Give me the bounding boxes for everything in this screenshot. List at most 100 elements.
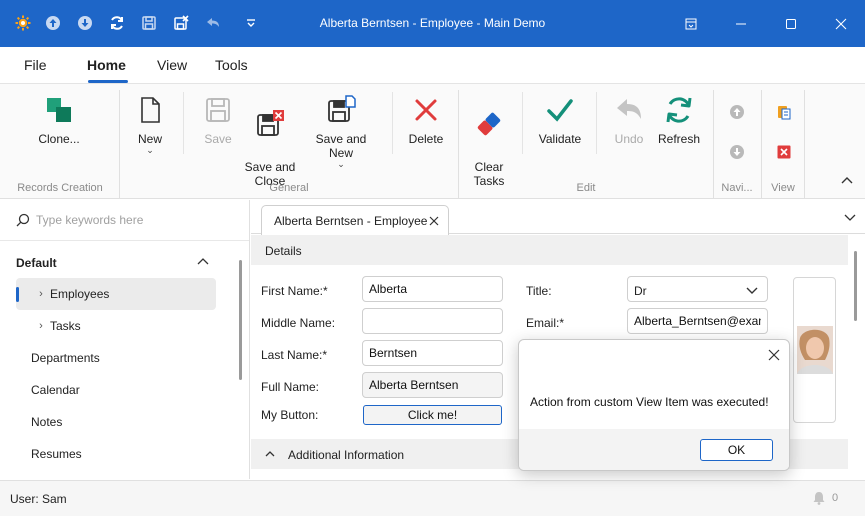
eraser-icon — [473, 108, 505, 140]
button-separator — [183, 92, 184, 154]
notification-count: 0 — [832, 492, 839, 504]
close-window-icon[interactable] — [826, 12, 856, 36]
selection-indicator — [16, 287, 19, 302]
button-separator — [596, 92, 597, 154]
clone-icon — [43, 94, 75, 126]
sidebar-item-label: Employees — [50, 287, 110, 301]
button-separator — [392, 92, 393, 154]
validate-label: Validate — [538, 132, 582, 146]
bell-icon[interactable] — [812, 491, 826, 505]
sidebar-item-label: Calendar — [31, 383, 80, 397]
chevron-right-icon[interactable]: › — [34, 288, 48, 300]
current-user: User: Sam — [10, 492, 67, 506]
middle-name-field[interactable] — [362, 308, 503, 334]
email-field[interactable] — [627, 308, 768, 334]
collapse-ribbon-icon[interactable] — [838, 172, 856, 190]
tab-view[interactable]: View — [157, 57, 187, 73]
next-record-icon[interactable] — [728, 143, 746, 161]
tab-employee-detail[interactable]: Alberta Berntsen - Employee — [261, 205, 449, 235]
save-and-new-icon — [325, 94, 357, 126]
click-me-button[interactable]: Click me! — [363, 405, 502, 425]
message-dialog: Action from custom View Item was execute… — [518, 339, 790, 471]
ribbon-display-options-icon[interactable] — [676, 12, 706, 36]
save-button[interactable]: Save — [198, 94, 238, 146]
nav-group-default[interactable]: Default — [16, 256, 57, 270]
sidebar-item-tasks[interactable]: › Tasks — [16, 310, 216, 342]
chevron-down-icon[interactable] — [843, 210, 857, 224]
close-tab-icon[interactable] — [428, 215, 440, 227]
last-name-label: Last Name:* — [261, 348, 328, 362]
document-tab-label: Alberta Berntsen - Employee — [274, 214, 428, 228]
save-icon — [202, 94, 234, 126]
close-view-icon[interactable] — [775, 143, 793, 161]
sidebar-item-label: Notes — [31, 415, 63, 429]
group-label-navigation: Navi... — [721, 182, 753, 194]
save-and-close-button[interactable]: Save and Close — [242, 94, 298, 188]
detail-scrollbar[interactable] — [854, 251, 857, 321]
photo-editor[interactable] — [793, 277, 836, 423]
ribbon: Clone... Records Creation New ⌄ Save Sav… — [0, 83, 865, 199]
new-document-icon — [134, 94, 166, 126]
title-select-value: Dr — [634, 284, 647, 298]
navigation-sidebar: Default › Employees › Tasks Departments … — [0, 200, 250, 479]
first-name-field[interactable] — [362, 276, 503, 302]
sidebar-item-label: Tasks — [50, 319, 81, 333]
sidebar-item-departments[interactable]: Departments — [16, 342, 216, 374]
sidebar-separator — [0, 240, 249, 241]
sidebar-item-employees[interactable]: › Employees — [16, 278, 216, 310]
save-and-new-button[interactable]: Save and New ⌄ — [303, 94, 379, 169]
last-name-field[interactable] — [362, 340, 503, 366]
email-label: Email:* — [526, 316, 565, 330]
maximize-icon[interactable] — [776, 12, 806, 36]
sidebar-item-calendar[interactable]: Calendar — [16, 374, 216, 406]
search-input[interactable] — [36, 209, 236, 231]
chevron-right-icon[interactable]: › — [34, 320, 48, 332]
chevron-up-icon[interactable] — [196, 255, 210, 269]
clone-label: Clone... — [38, 132, 80, 146]
sidebar-item-notes[interactable]: Notes — [16, 406, 216, 438]
customize-quick-access-icon[interactable] — [240, 12, 262, 34]
group-separator — [804, 90, 805, 198]
title-bar: Alberta Berntsen - Employee - Main Demo — [0, 0, 865, 47]
tab-tools[interactable]: Tools — [215, 57, 248, 73]
full-name-label: Full Name: — [261, 380, 320, 394]
ok-button[interactable]: OK — [700, 439, 773, 461]
previous-record-icon[interactable] — [728, 103, 746, 121]
my-button-label: My Button: — [261, 408, 319, 422]
undo-label: Undo — [614, 132, 644, 146]
refresh-icon — [663, 94, 695, 126]
next-record-icon[interactable] — [74, 12, 96, 34]
validate-button[interactable]: Validate — [536, 94, 584, 146]
employee-photo — [797, 326, 833, 374]
details-section-header: Details — [251, 235, 848, 265]
close-dialog-icon[interactable] — [767, 348, 781, 362]
clear-tasks-button[interactable]: Clear Tasks — [468, 94, 510, 188]
button-separator — [522, 92, 523, 154]
previous-record-icon[interactable] — [42, 12, 64, 34]
sidebar-scrollbar[interactable] — [239, 260, 242, 380]
app-logo-icon — [12, 12, 34, 34]
save-label: Save — [204, 132, 232, 146]
save-and-close-icon[interactable] — [170, 12, 192, 34]
refresh-button[interactable]: Refresh — [655, 94, 703, 146]
tab-file[interactable]: File — [24, 57, 47, 73]
save-icon[interactable] — [138, 12, 160, 34]
delete-label: Delete — [408, 132, 444, 146]
minimize-icon[interactable] — [726, 12, 756, 36]
new-button[interactable]: New ⌄ — [130, 94, 170, 155]
group-label-general: General — [269, 182, 309, 194]
undo-button[interactable]: Undo — [608, 94, 650, 146]
refresh-icon[interactable] — [106, 12, 128, 34]
chevron-down-icon: ⌄ — [146, 145, 154, 155]
clone-button[interactable]: Clone... — [32, 94, 86, 146]
tab-home[interactable]: Home — [87, 57, 126, 73]
chevron-up-icon — [265, 451, 275, 457]
sidebar-item-resumes[interactable]: Resumes — [16, 438, 216, 470]
clipboard-icon[interactable] — [775, 103, 793, 121]
sidebar-item-label: Resumes — [31, 447, 82, 461]
undo-icon[interactable] — [202, 12, 224, 34]
delete-button[interactable]: Delete — [405, 94, 447, 146]
title-select[interactable]: Dr — [627, 276, 768, 302]
sidebar-item-label: Departments — [31, 351, 100, 365]
save-and-new-label: Save and New — [315, 132, 367, 160]
